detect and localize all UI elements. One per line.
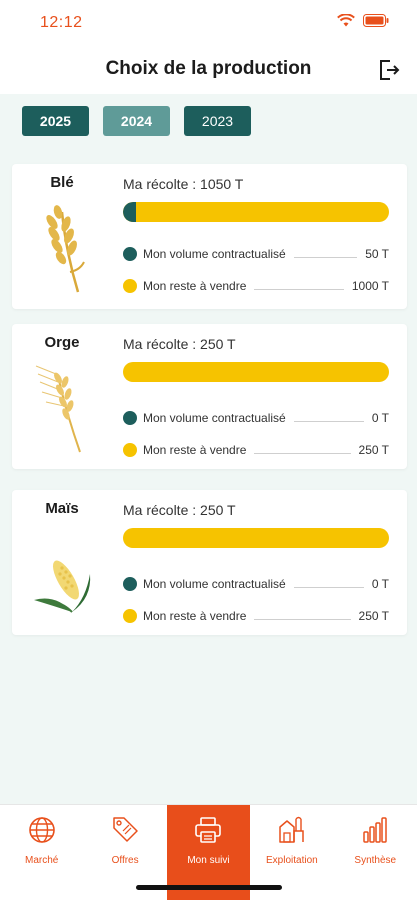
crop-card-mais[interactable]: Maïs Ma récolte : 250 T Mon volume contr… [12,490,407,635]
nav-label-mon-suivi: Mon suivi [187,855,230,866]
crop-card-orge[interactable]: Orge Ma récolte : 250 T Mon volume contr… [12,324,407,469]
harvest-label: Ma récolte : 250 T [123,502,236,518]
legend-remaining-value: 250 T [358,443,389,457]
home-indicator [136,885,282,890]
corn-icon [34,560,91,613]
legend-contracted-label: Mon volume contractualisé [143,247,286,261]
legend-contracted-label: Mon volume contractualisé [143,577,286,591]
logout-button[interactable] [377,58,401,82]
bar-chart-icon [363,817,387,843]
page-title: Choix de la production [105,58,312,79]
legend-contracted-value: 0 T [371,411,389,425]
volume-progress-bar [123,202,389,222]
legend-remaining-label: Mon reste à vendre [143,279,247,293]
farm-icon [279,816,304,843]
legend-remaining-value: 250 T [358,609,389,623]
printer-icon [195,817,222,843]
yellow-dot-icon [123,443,137,457]
globe-icon [28,817,55,843]
crop-name: Orge [44,334,80,351]
tag-icon [113,817,138,842]
legend-divider [293,420,364,422]
harvest-label: Ma récolte : 250 T [123,336,236,352]
nav-label-offres: Offres [111,855,139,866]
contracted-fill [123,202,136,222]
tab-year-2025[interactable]: 2025 [22,106,89,136]
legend-remaining: Mon reste à vendre 250 T [123,606,389,626]
nav-item-marche[interactable]: Marché [0,805,83,900]
teal-dot-icon [123,411,137,425]
legend-contracted: Mon volume contractualisé 50 T [123,244,389,264]
legend-divider [254,618,351,620]
legend-divider [254,288,344,290]
legend-remaining: Mon reste à vendre 1000 T [123,276,389,296]
yellow-dot-icon [123,609,137,623]
nav-label-synthese: Synthèse [354,855,397,866]
nav-item-synthese[interactable]: Synthèse [334,805,417,900]
nav-label-marche: Marché [25,855,59,866]
wifi-icon [337,14,355,27]
yellow-dot-icon [123,279,137,293]
volume-progress-bar [123,528,389,548]
legend-remaining-label: Mon reste à vendre [143,609,247,623]
battery-icon [363,14,389,27]
legend-contracted-label: Mon volume contractualisé [143,411,286,425]
legend-remaining: Mon reste à vendre 250 T [123,440,389,460]
legend-remaining-label: Mon reste à vendre [143,443,247,457]
harvest-label: Ma récolte : 1050 T [123,176,244,192]
legend-remaining-value: 1000 T [351,279,389,293]
tab-year-2024[interactable]: 2024 [103,106,170,136]
barley-icon [35,365,81,453]
legend-divider [293,586,364,588]
legend-contracted: Mon volume contractualisé 0 T [123,408,389,428]
status-bar: 12:12 [0,0,417,46]
volume-progress-bar [123,362,389,382]
legend-contracted: Mon volume contractualisé 0 T [123,574,389,594]
content-area: 2025 2024 2023 Blé Ma récolte : 1050 T M… [0,94,417,804]
legend-divider [293,256,358,258]
legend-divider [254,452,351,454]
crop-name: Blé [50,174,74,191]
crop-name: Maïs [45,500,79,517]
teal-dot-icon [123,577,137,591]
tab-year-2023[interactable]: 2023 [184,106,251,136]
teal-dot-icon [123,247,137,261]
header: Choix de la production [0,46,417,94]
logout-icon [380,60,400,80]
wheat-icon [46,205,85,293]
year-tabs: 2025 2024 2023 [22,106,251,136]
legend-contracted-value: 0 T [371,577,389,591]
status-time: 12:12 [40,14,83,31]
legend-contracted-value: 50 T [365,247,389,261]
crop-card-ble[interactable]: Blé Ma récolte : 1050 T Mon volume contr… [12,164,407,309]
status-icons [337,14,389,27]
nav-label-exploitation: Exploitation [266,855,318,866]
